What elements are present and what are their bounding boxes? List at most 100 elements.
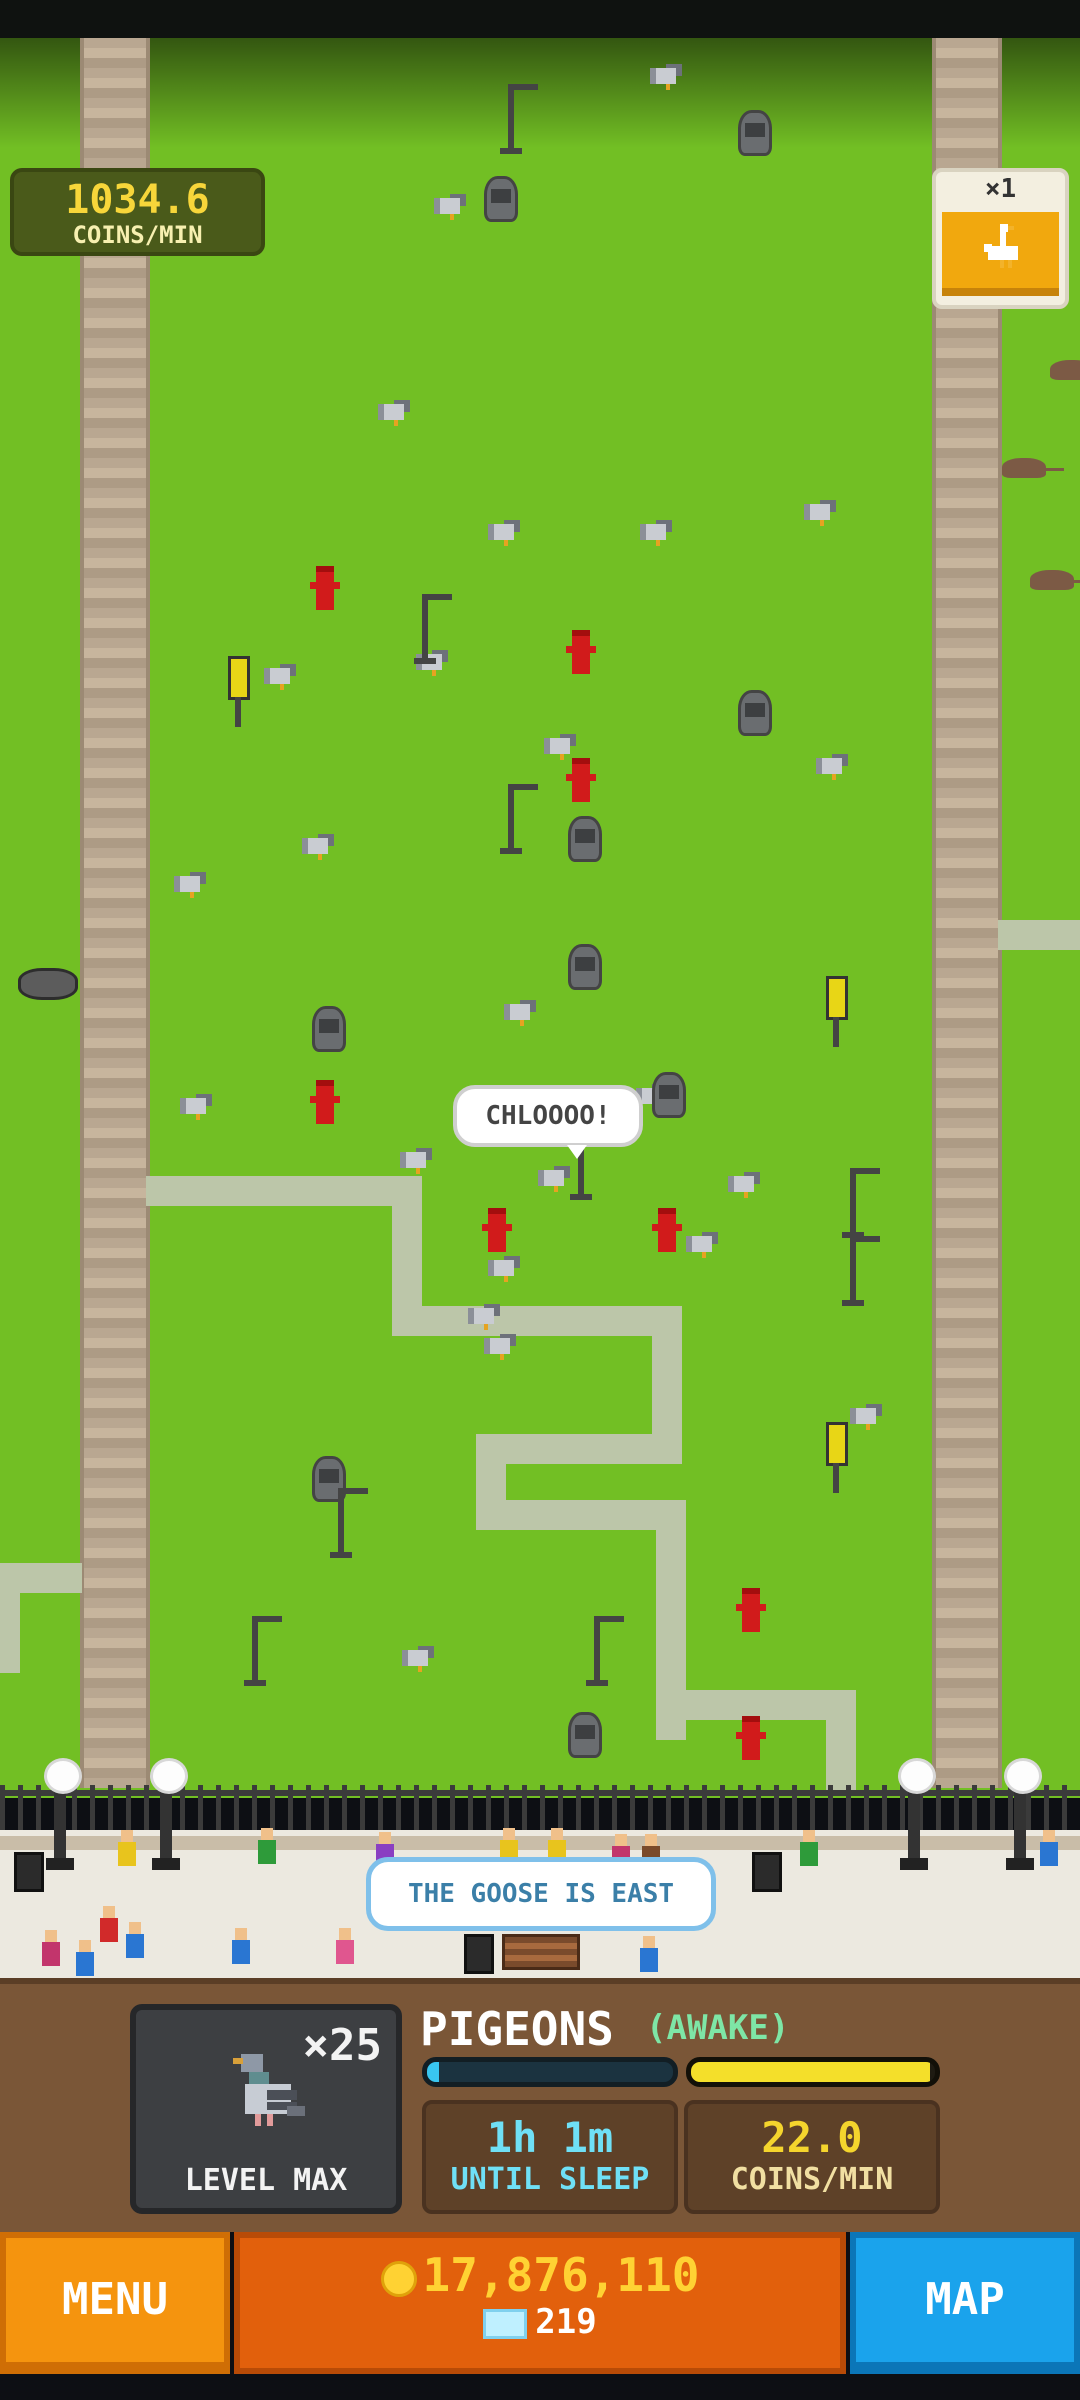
street-lamp-sprite bbox=[500, 84, 538, 154]
pigeon-sprite bbox=[380, 396, 410, 426]
top-strip bbox=[0, 0, 1080, 38]
coin-rate-value: 1034.6 bbox=[65, 177, 210, 223]
traffic-light-sprite bbox=[826, 1422, 848, 1493]
wallet-display: 17,876,110 219 bbox=[234, 2232, 846, 2374]
animal-count: ×25 bbox=[302, 2020, 382, 2071]
street-lamp-sprite bbox=[414, 594, 452, 664]
street-lamp-sprite bbox=[500, 784, 538, 854]
animal-coin-rate-box: 22.0 COINS/MIN bbox=[684, 2100, 940, 2214]
pedestrian-sprite bbox=[336, 1928, 354, 1964]
pigeon-sprite bbox=[806, 496, 836, 526]
coin-icon bbox=[380, 2260, 417, 2297]
coin-progress-fill bbox=[691, 2062, 931, 2082]
trash-can-sprite bbox=[312, 1006, 346, 1052]
park-lamp bbox=[898, 1758, 936, 1870]
system-nav-strip bbox=[0, 2382, 1080, 2400]
pigeon-sprite bbox=[852, 1400, 882, 1430]
trash-can-sprite bbox=[484, 176, 518, 222]
coin-balance: 17,876,110 bbox=[240, 2248, 840, 2302]
trash-can-sprite bbox=[738, 110, 772, 156]
game-screen: 1034.6 COINS/MIN ×1 CHLOOOO! THE GOOSE I… bbox=[0, 0, 1080, 2400]
hydrant-sprite bbox=[482, 1208, 512, 1252]
trash-can-sprite bbox=[568, 944, 602, 990]
sleep-progress-fill bbox=[427, 2062, 440, 2082]
goose-button[interactable] bbox=[942, 212, 1059, 296]
goose-icon bbox=[984, 224, 1018, 268]
sleep-timer-box: 1h 1m UNTIL SLEEP bbox=[422, 2100, 678, 2214]
pedestrian-sprite bbox=[100, 1906, 118, 1942]
park-lamp bbox=[150, 1758, 188, 1870]
street-lamp-sprite bbox=[586, 1616, 624, 1686]
sleep-progress-bar bbox=[422, 2057, 678, 2087]
bench-sprite bbox=[502, 1934, 580, 1970]
gem-balance-value: 219 bbox=[535, 2302, 597, 2342]
rat-sprite bbox=[1002, 458, 1064, 478]
pigeon-sprite bbox=[506, 996, 536, 1026]
pedestrian-sprite bbox=[640, 1936, 658, 1972]
hydrant-sprite bbox=[566, 630, 596, 674]
rat-sprite bbox=[1050, 360, 1080, 380]
walkway bbox=[392, 1306, 682, 1336]
pigeon-sprite bbox=[688, 1228, 718, 1258]
pigeon-sprite bbox=[818, 750, 848, 780]
sleep-timer-label: UNTIL SLEEP bbox=[450, 2162, 650, 2197]
park-lamp bbox=[1004, 1758, 1042, 1870]
pigeon-sprite bbox=[436, 190, 466, 220]
pedestrian-sprite bbox=[42, 1930, 60, 1966]
pigeon-sprite bbox=[730, 1168, 760, 1198]
pigeon-sprite bbox=[652, 60, 682, 90]
street-bin-sprite bbox=[752, 1852, 782, 1892]
hydrant-sprite bbox=[736, 1716, 766, 1760]
coin-balance-value: 17,876,110 bbox=[422, 2248, 700, 2302]
street-lamp-sprite bbox=[330, 1488, 368, 1558]
goose-multiplier-panel[interactable]: ×1 bbox=[932, 168, 1069, 309]
walkway bbox=[476, 1500, 686, 1530]
walkway bbox=[998, 920, 1080, 950]
pigeon-sprite bbox=[470, 1300, 500, 1330]
street-lamp-sprite bbox=[842, 1168, 880, 1238]
trash-can-sprite bbox=[738, 690, 772, 736]
trash-can-sprite bbox=[568, 1712, 602, 1758]
pigeon-sprite bbox=[546, 730, 576, 760]
pigeon-sprite bbox=[304, 830, 334, 860]
pedestrian-sprite bbox=[118, 1830, 136, 1866]
hydrant-sprite bbox=[310, 566, 340, 610]
animal-coin-rate-label: COINS/MIN bbox=[730, 2162, 894, 2197]
hydrant-sprite bbox=[566, 758, 596, 802]
pigeon-sprite bbox=[182, 1090, 212, 1120]
pigeon-portrait-icon bbox=[233, 2054, 305, 2126]
walkway bbox=[0, 1563, 20, 1673]
animal-level: LEVEL MAX bbox=[184, 2163, 348, 2198]
left-dirt-path bbox=[80, 38, 150, 1788]
gem-balance: 219 bbox=[240, 2302, 840, 2342]
sleep-timer-value: 1h 1m bbox=[486, 2113, 614, 2162]
menu-button[interactable]: MENU bbox=[0, 2232, 230, 2374]
pigeon-sprite bbox=[176, 868, 206, 898]
pedestrian-sprite bbox=[76, 1940, 94, 1976]
pigeon-sprite bbox=[404, 1642, 434, 1672]
street-bin-sprite bbox=[464, 1934, 494, 1974]
multiplier-label: ×1 bbox=[984, 174, 1017, 204]
animal-name: PIGEONS bbox=[420, 2002, 614, 2056]
pedestrian-sprite bbox=[800, 1830, 818, 1866]
pigeon-sprite bbox=[266, 660, 296, 690]
coin-rate-badge: 1034.6 COINS/MIN bbox=[10, 168, 265, 256]
pigeon-sprite bbox=[490, 1252, 520, 1282]
pigeon-speech-bubble: CHLOOOO! bbox=[453, 1085, 643, 1159]
goose-location-hint[interactable]: THE GOOSE IS EAST bbox=[366, 1857, 716, 1931]
traffic-light-sprite bbox=[228, 656, 250, 727]
trash-can-sprite bbox=[652, 1072, 686, 1118]
coin-progress-bar bbox=[686, 2057, 940, 2087]
street-bin-sprite bbox=[14, 1852, 44, 1892]
trash-can-sprite bbox=[568, 816, 602, 862]
pigeon-sprite bbox=[490, 516, 520, 546]
hydrant-sprite bbox=[736, 1588, 766, 1632]
map-button[interactable]: MAP bbox=[850, 2232, 1080, 2374]
street-lamp-sprite bbox=[842, 1236, 880, 1306]
hydrant-sprite bbox=[310, 1080, 340, 1124]
walkway bbox=[476, 1434, 682, 1464]
park-grass[interactable] bbox=[0, 38, 1080, 1798]
pedestrian-sprite bbox=[126, 1922, 144, 1958]
animal-card[interactable]: ×25 LEVEL MAX bbox=[130, 2004, 402, 2214]
pigeon-sprite bbox=[540, 1162, 570, 1192]
